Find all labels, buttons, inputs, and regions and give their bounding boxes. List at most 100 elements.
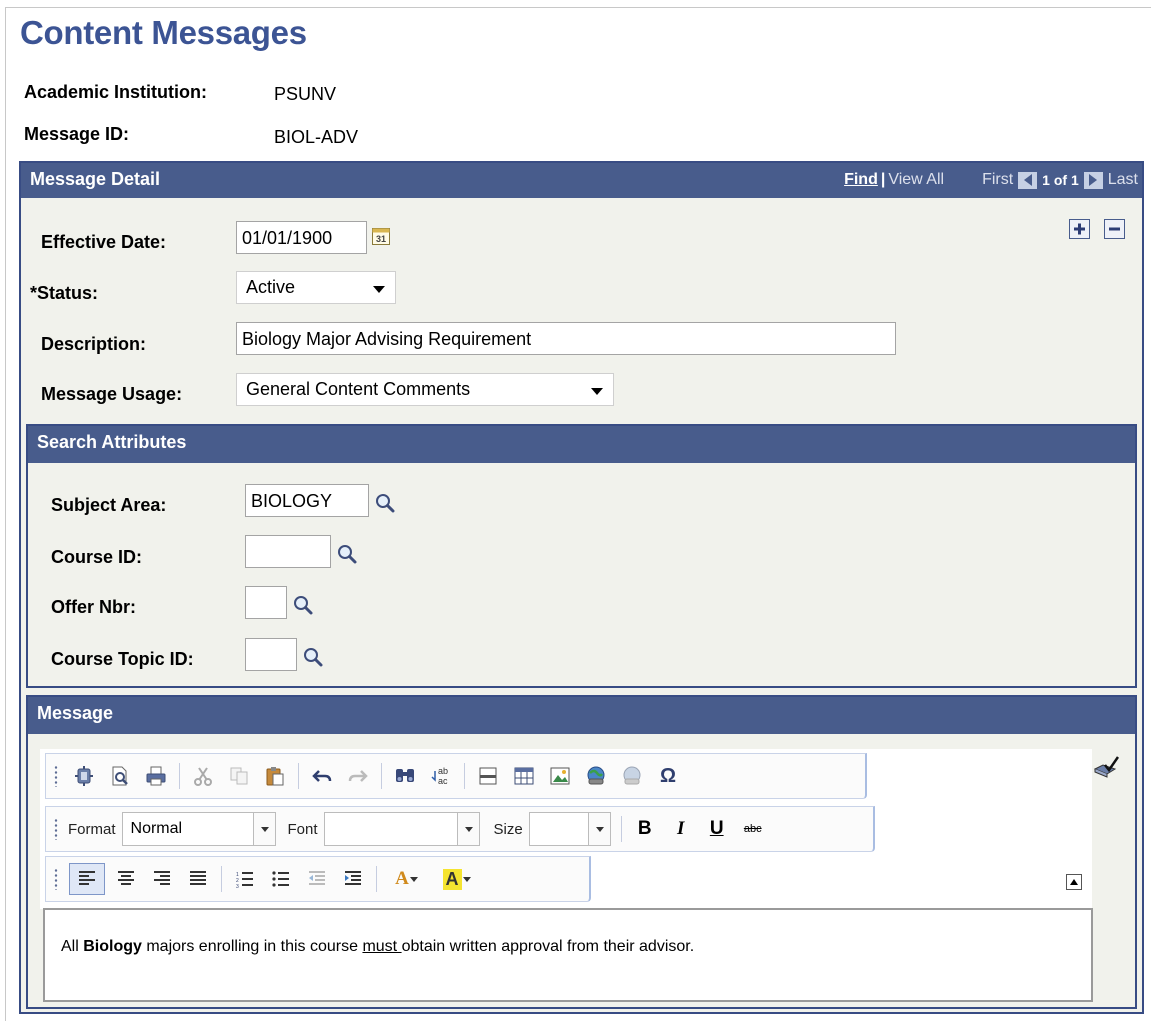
page-frame-left xyxy=(5,7,6,1021)
outdent-icon[interactable] xyxy=(302,864,332,894)
institution-value: PSUNV xyxy=(274,84,337,104)
message-usage-value: General Content Comments xyxy=(246,379,471,399)
status-label: *Status: xyxy=(30,283,99,303)
effective-date-label: Effective Date: xyxy=(41,232,167,252)
search-attributes-title: Search Attributes xyxy=(37,432,187,452)
editor-toolbar-row-2: Format Normal Font Size B I U abc xyxy=(45,806,875,852)
bold-button[interactable]: B xyxy=(630,814,660,844)
search-attributes-bar: Search Attributes xyxy=(28,426,1135,463)
description-input[interactable]: Biology Major Advising Requirement xyxy=(236,322,896,355)
institution-label: Academic Institution: xyxy=(24,82,208,102)
editor-toolbar-row-1: ab ac Ω xyxy=(45,753,867,799)
course-topic-id-input[interactable] xyxy=(245,638,297,671)
unlink-icon[interactable] xyxy=(617,761,647,791)
spellcheck-icon[interactable] xyxy=(1093,755,1120,784)
bulleted-list-icon[interactable] xyxy=(266,864,296,894)
justify-icon[interactable] xyxy=(183,864,213,894)
effective-date-input[interactable]: 01/01/1900 xyxy=(236,221,367,254)
minus-icon xyxy=(1109,227,1120,231)
redo-icon[interactable] xyxy=(343,761,373,791)
svg-text:3: 3 xyxy=(236,884,239,888)
toolbar-grip xyxy=(52,868,60,890)
offer-nbr-lookup-icon[interactable] xyxy=(292,594,314,621)
page-frame-top xyxy=(5,7,1151,8)
add-row-button[interactable] xyxy=(1069,219,1090,239)
calendar-icon[interactable]: 31 xyxy=(371,226,391,251)
view-all-link[interactable]: View All xyxy=(888,171,944,189)
text-color-letter: A xyxy=(395,868,409,889)
triangle-up-icon xyxy=(1070,879,1078,885)
background-color-letter: A xyxy=(442,868,462,890)
message-id-label: Message ID: xyxy=(24,124,130,144)
course-topic-id-lookup-icon[interactable] xyxy=(302,646,324,673)
toolbar-grip xyxy=(52,818,60,840)
text-color-icon[interactable]: A xyxy=(385,864,429,894)
svg-text:ab: ab xyxy=(438,766,448,776)
underline-button[interactable]: U xyxy=(702,814,732,844)
status-select[interactable]: Active xyxy=(236,271,396,304)
format-select[interactable]: Normal xyxy=(121,812,276,846)
find-icon[interactable] xyxy=(390,761,420,791)
offer-nbr-input[interactable] xyxy=(245,586,287,619)
chevron-down-icon xyxy=(409,877,418,882)
subject-area-input[interactable]: BIOLOGY xyxy=(245,484,369,517)
align-right-icon[interactable] xyxy=(147,864,177,894)
chevron-down-icon xyxy=(591,388,603,395)
find-link[interactable]: Find xyxy=(844,171,878,189)
first-link[interactable]: First xyxy=(982,171,1013,189)
align-left-icon[interactable] xyxy=(69,863,105,895)
page-title: Content Messages xyxy=(20,14,307,51)
align-center-icon[interactable] xyxy=(111,864,141,894)
message-usage-select[interactable]: General Content Comments xyxy=(236,373,614,406)
chevron-down-icon xyxy=(373,286,385,293)
horizontal-rule-icon[interactable] xyxy=(473,761,503,791)
background-color-icon[interactable]: A xyxy=(435,864,479,894)
status-value: Active xyxy=(246,277,296,297)
undo-icon[interactable] xyxy=(307,761,337,791)
last-link[interactable]: Last xyxy=(1108,171,1138,189)
message-bold-text: Biology xyxy=(83,938,142,955)
cut-icon[interactable] xyxy=(188,761,218,791)
toolbar-grip xyxy=(52,765,60,787)
row-count: 1 of 1 xyxy=(1042,172,1079,188)
strikethrough-button[interactable]: abc xyxy=(738,814,768,844)
paste-icon[interactable] xyxy=(260,761,290,791)
link-icon[interactable] xyxy=(581,761,611,791)
numbered-list-icon[interactable]: 123 xyxy=(230,864,260,894)
size-label: Size xyxy=(493,820,523,838)
chevron-down-icon xyxy=(252,813,275,845)
font-select[interactable] xyxy=(323,812,480,846)
message-detail-title: Message Detail xyxy=(30,169,161,189)
preview-icon[interactable] xyxy=(105,761,135,791)
table-icon[interactable] xyxy=(509,761,539,791)
source-icon[interactable] xyxy=(69,761,99,791)
course-id-lookup-icon[interactable] xyxy=(336,543,358,570)
message-id-value: BIOL-ADV xyxy=(274,127,359,147)
replace-icon[interactable]: ab ac xyxy=(426,761,456,791)
collapse-toolbar-button[interactable] xyxy=(1066,874,1082,890)
svg-text:31: 31 xyxy=(376,234,386,244)
message-bar: Message xyxy=(28,697,1135,734)
format-value: Normal xyxy=(130,820,183,837)
italic-button[interactable]: I xyxy=(666,814,696,844)
print-icon[interactable] xyxy=(141,761,171,791)
subject-area-lookup-icon[interactable] xyxy=(374,492,396,519)
message-body: All Biology majors enrolling in this cou… xyxy=(61,938,695,955)
message-title: Message xyxy=(37,703,114,723)
plus-icon xyxy=(1074,223,1085,235)
font-label: Font xyxy=(287,820,318,838)
copy-icon[interactable] xyxy=(224,761,254,791)
special-character-icon[interactable]: Ω xyxy=(653,761,683,791)
description-label: Description: xyxy=(41,334,147,354)
next-row-icon[interactable] xyxy=(1083,171,1103,189)
previous-row-icon[interactable] xyxy=(1018,171,1038,189)
message-editor[interactable]: All Biology majors enrolling in this cou… xyxy=(43,908,1093,1002)
course-id-input[interactable] xyxy=(245,535,331,568)
offer-nbr-label: Offer Nbr: xyxy=(51,597,136,617)
size-select[interactable] xyxy=(528,812,611,846)
subject-area-label: Subject Area: xyxy=(51,495,167,515)
image-icon[interactable] xyxy=(545,761,575,791)
delete-row-button[interactable] xyxy=(1104,219,1125,239)
editor-toolbar-row-3: 123 A A xyxy=(45,856,591,902)
indent-icon[interactable] xyxy=(338,864,368,894)
